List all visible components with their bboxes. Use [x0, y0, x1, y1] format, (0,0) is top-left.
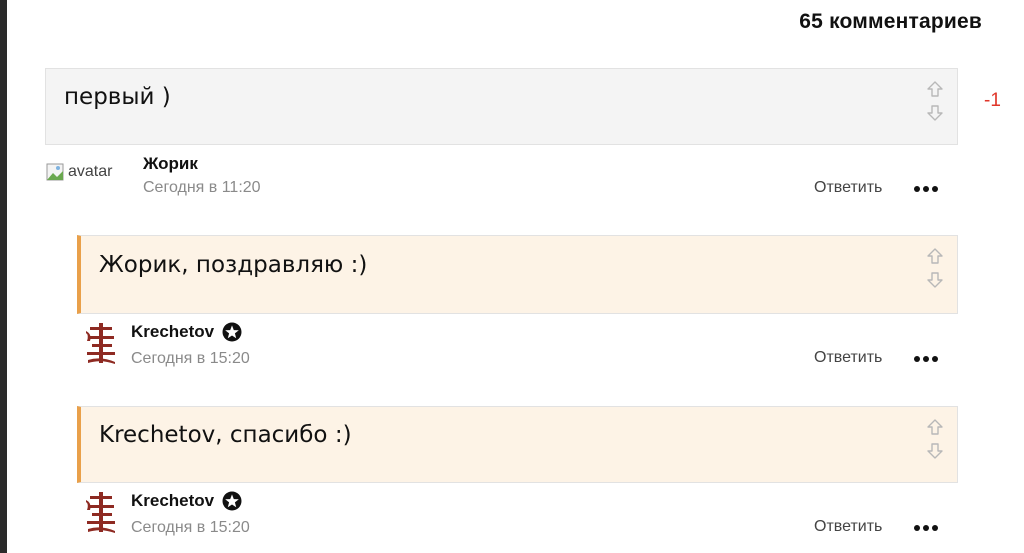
reply-button[interactable]: Ответить	[814, 179, 882, 197]
upvote-icon[interactable]	[926, 80, 944, 98]
star-badge-icon	[222, 322, 242, 342]
downvote-icon[interactable]	[926, 104, 944, 122]
comment-meta: avatar Жорик Сегодня в 11:20 Ответить	[46, 154, 958, 200]
comment-time: Сегодня в 15:20	[131, 519, 250, 536]
comment-body: Жорик, поздравляю :)	[77, 235, 958, 314]
comment-meta: Krechetov Сегодня в 15:20 Ответить	[84, 491, 958, 537]
comment-time: Сегодня в 15:20	[131, 350, 250, 367]
comment-score: -1	[984, 90, 1001, 111]
comment-text: Жорик, поздравляю :)	[99, 252, 368, 278]
avatar[interactable]	[84, 322, 122, 366]
comment-author[interactable]: Krechetov	[131, 491, 242, 511]
more-dots-icon[interactable]	[914, 354, 938, 364]
comment-count: 65 комментариев	[799, 10, 982, 33]
author-name: Жорик	[143, 154, 198, 173]
vote-controls	[925, 418, 945, 460]
avatar-alt-text: avatar	[68, 163, 113, 180]
window-edge	[0, 0, 7, 553]
downvote-icon[interactable]	[926, 442, 944, 460]
reply-button[interactable]: Ответить	[814, 518, 882, 536]
avatar[interactable]: avatar	[46, 158, 136, 186]
author-name: Krechetov	[131, 491, 215, 510]
upvote-icon[interactable]	[926, 418, 944, 436]
vote-controls	[925, 80, 945, 122]
vote-controls	[925, 247, 945, 289]
avatar[interactable]	[84, 491, 122, 535]
broken-image-icon	[46, 163, 64, 181]
comment-body: первый )	[45, 68, 958, 145]
comment-text: Krechetov, спасибо :)	[99, 422, 352, 448]
more-dots-icon[interactable]	[914, 523, 938, 533]
comment-text: первый )	[64, 84, 171, 110]
comment-time: Сегодня в 11:20	[143, 179, 261, 196]
star-badge-icon	[222, 491, 242, 511]
author-name: Krechetov	[131, 322, 215, 341]
comment-author[interactable]: Жорик	[143, 154, 198, 174]
comment-author[interactable]: Krechetov	[131, 322, 242, 342]
upvote-icon[interactable]	[926, 247, 944, 265]
downvote-icon[interactable]	[926, 271, 944, 289]
reply-button[interactable]: Ответить	[814, 349, 882, 367]
comment-body: Krechetov, спасибо :)	[77, 406, 958, 483]
more-dots-icon[interactable]	[914, 184, 938, 194]
comment-meta: Krechetov Сегодня в 15:20 Ответить	[84, 322, 958, 368]
